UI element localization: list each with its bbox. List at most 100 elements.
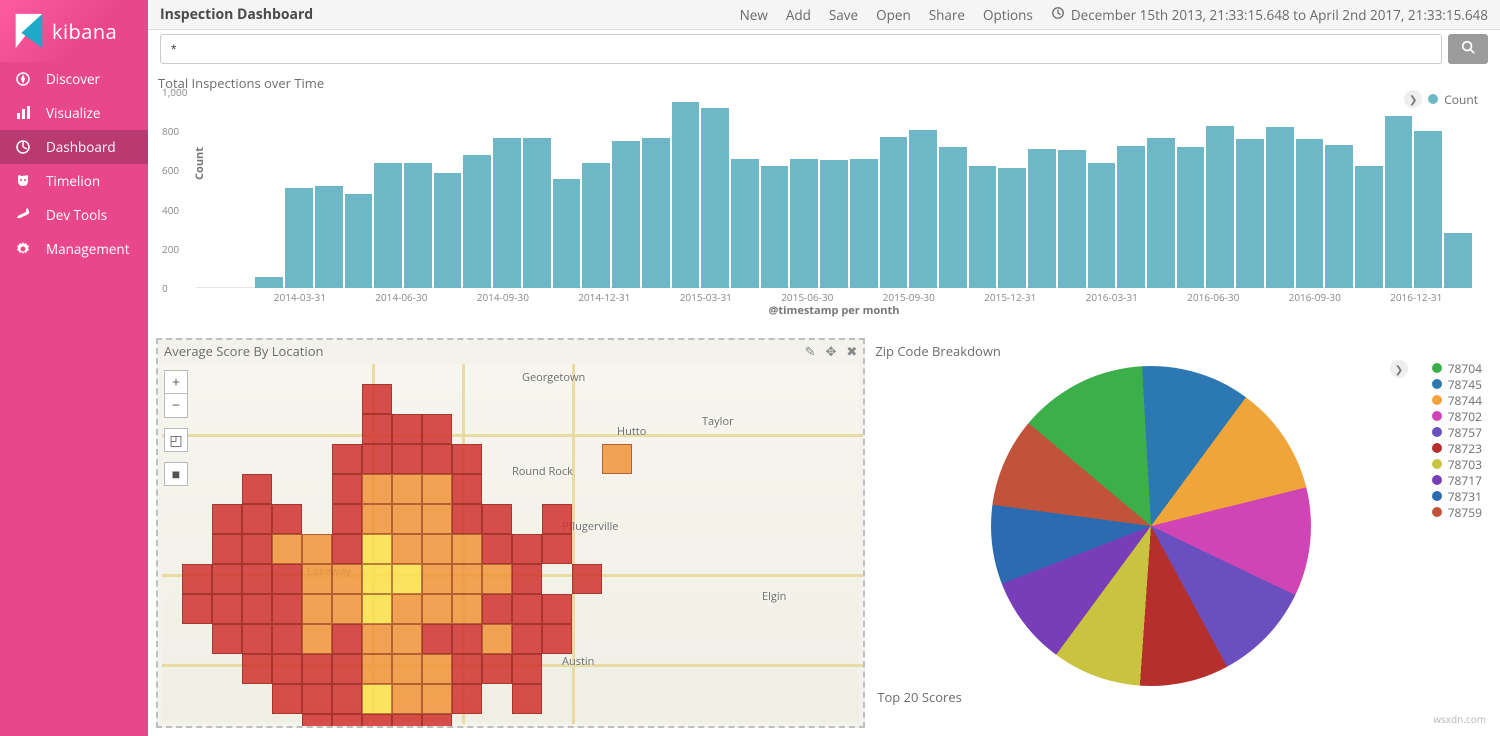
map-fit-button[interactable]: ■	[164, 462, 188, 486]
bar[interactable]	[1088, 163, 1116, 288]
new-action[interactable]: New	[740, 6, 768, 24]
pie-legend-item[interactable]: 78723	[1432, 440, 1482, 456]
heat-cell[interactable]	[332, 594, 362, 624]
bar[interactable]	[820, 160, 848, 288]
bar[interactable]	[255, 277, 283, 288]
heat-cell[interactable]	[452, 624, 482, 654]
bar[interactable]	[850, 159, 878, 288]
heat-cell[interactable]	[332, 534, 362, 564]
heat-cell[interactable]	[392, 714, 422, 728]
bar[interactable]	[761, 166, 789, 288]
close-icon[interactable]: ✖	[846, 342, 857, 360]
heat-cell[interactable]	[242, 564, 272, 594]
heat-cell[interactable]	[212, 624, 242, 654]
add-action[interactable]: Add	[786, 6, 811, 24]
heat-cell[interactable]	[422, 474, 452, 504]
heat-cell[interactable]	[392, 504, 422, 534]
heat-cell[interactable]	[332, 714, 362, 728]
heat-cell[interactable]	[452, 474, 482, 504]
bar[interactable]	[285, 188, 313, 288]
heat-cell[interactable]	[422, 714, 452, 728]
heat-cell[interactable]	[422, 564, 452, 594]
share-action[interactable]: Share	[929, 6, 965, 24]
heat-cell[interactable]	[422, 444, 452, 474]
heat-cell[interactable]	[272, 504, 302, 534]
heat-cell[interactable]	[422, 654, 452, 684]
heat-cell[interactable]	[482, 654, 512, 684]
heat-cell[interactable]	[272, 594, 302, 624]
heat-cell[interactable]	[392, 474, 422, 504]
bar[interactable]	[701, 108, 729, 288]
heat-cell[interactable]	[182, 564, 212, 594]
heat-cell[interactable]	[392, 654, 422, 684]
bar[interactable]	[672, 102, 700, 288]
heat-cell[interactable]	[452, 594, 482, 624]
heat-cell[interactable]	[362, 414, 392, 444]
search-input[interactable]	[160, 34, 1442, 64]
heat-cell[interactable]	[452, 684, 482, 714]
bar[interactable]	[404, 163, 432, 288]
heat-cell[interactable]	[302, 564, 332, 594]
heat-cell[interactable]	[302, 654, 332, 684]
heat-cell[interactable]	[422, 504, 452, 534]
bar[interactable]	[345, 194, 373, 288]
heat-cell[interactable]	[362, 684, 392, 714]
heat-cell[interactable]	[212, 534, 242, 564]
heat-cell[interactable]	[242, 654, 272, 684]
search-button[interactable]	[1448, 34, 1488, 64]
options-action[interactable]: Options	[983, 6, 1033, 24]
heat-cell[interactable]	[272, 624, 302, 654]
heat-cell[interactable]	[332, 654, 362, 684]
heat-cell[interactable]	[482, 504, 512, 534]
pie-legend-item[interactable]: 78717	[1432, 472, 1482, 488]
heat-cell[interactable]	[332, 504, 362, 534]
pie-legend-item[interactable]: 78731	[1432, 488, 1482, 504]
heat-cell[interactable]	[452, 564, 482, 594]
heat-cell[interactable]	[302, 594, 332, 624]
heat-cell[interactable]	[392, 414, 422, 444]
heat-cell[interactable]	[332, 564, 362, 594]
heat-cell[interactable]	[542, 504, 572, 534]
time-picker[interactable]: December 15th 2013, 21:33:15.648 to Apri…	[1051, 6, 1488, 24]
bar[interactable]	[1177, 147, 1205, 288]
bar[interactable]	[1385, 116, 1413, 288]
heat-cell[interactable]	[512, 594, 542, 624]
bar[interactable]	[582, 163, 610, 288]
bar[interactable]	[1414, 131, 1442, 288]
heat-cell[interactable]	[482, 534, 512, 564]
bar[interactable]	[374, 163, 402, 288]
heat-cell[interactable]	[422, 624, 452, 654]
heat-cell[interactable]	[362, 384, 392, 414]
heat-cell[interactable]	[542, 534, 572, 564]
heat-cell[interactable]	[362, 504, 392, 534]
heat-cell[interactable]	[392, 444, 422, 474]
map-surface[interactable]: GeorgetownRound RockHuttoTaylorPflugervi…	[162, 364, 859, 722]
sidebar-item-timelion[interactable]: Timelion	[0, 164, 148, 198]
heat-cell[interactable]	[332, 444, 362, 474]
heat-cell[interactable]	[422, 684, 452, 714]
zoom-out-button[interactable]: −	[164, 394, 188, 418]
save-action[interactable]: Save	[829, 6, 858, 24]
heat-cell[interactable]	[302, 684, 332, 714]
pie-legend-item[interactable]: 78759	[1432, 504, 1482, 520]
bar[interactable]	[1355, 166, 1383, 289]
bar[interactable]	[553, 179, 581, 288]
heat-cell[interactable]	[602, 444, 632, 474]
heat-cell[interactable]	[362, 624, 392, 654]
heat-cell[interactable]	[482, 594, 512, 624]
open-action[interactable]: Open	[876, 6, 911, 24]
heat-cell[interactable]	[242, 504, 272, 534]
bar[interactable]	[880, 137, 908, 288]
heat-cell[interactable]	[392, 564, 422, 594]
pie-legend-item[interactable]: 78744	[1432, 392, 1482, 408]
heat-cell[interactable]	[422, 534, 452, 564]
heat-cell[interactable]	[542, 594, 572, 624]
pie-legend-item[interactable]: 78704	[1432, 360, 1482, 376]
heat-cell[interactable]	[302, 624, 332, 654]
heat-cell[interactable]	[512, 564, 542, 594]
heat-cell[interactable]	[452, 534, 482, 564]
heat-cell[interactable]	[272, 654, 302, 684]
pie-legend-item[interactable]: 78703	[1432, 456, 1482, 472]
sidebar-item-dashboard[interactable]: Dashboard	[0, 130, 148, 164]
bar[interactable]	[1028, 149, 1056, 288]
